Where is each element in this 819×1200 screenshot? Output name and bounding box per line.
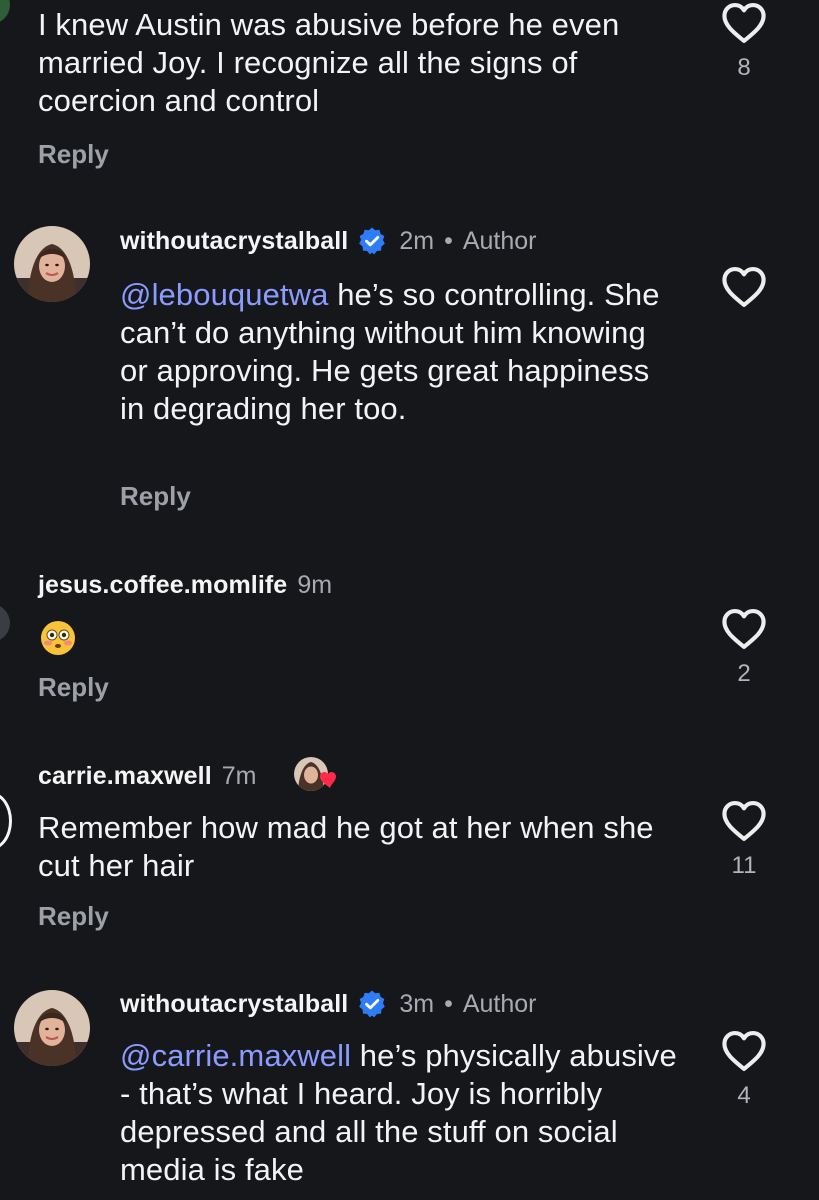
comment-text: Remember how mad he got at her when she … <box>38 810 654 883</box>
comment-meta: jesus.coffee.momlife 9m <box>38 570 332 600</box>
timestamp: 7m <box>221 762 257 790</box>
like-button[interactable] <box>714 262 774 312</box>
like-button[interactable]: 2 <box>714 604 774 688</box>
username[interactable]: jesus.coffee.momlife <box>38 570 287 600</box>
reply-button[interactable]: Reply <box>38 901 109 931</box>
flushed-face-emoji-icon <box>41 621 75 655</box>
comment-body: @carrie.maxwell he’s physically abusive … <box>120 1037 680 1189</box>
like-button[interactable]: 8 <box>714 0 774 82</box>
like-count: 11 <box>731 852 757 879</box>
like-button[interactable]: 11 <box>714 796 774 880</box>
timestamp: 3m <box>399 990 435 1018</box>
comment-meta: withoutacrystalball 2m • Author <box>120 226 537 256</box>
like-count: 8 <box>737 54 751 81</box>
reply-button[interactable]: Reply <box>120 481 191 511</box>
comment-body: Remember how mad he got at her when she … <box>38 809 688 885</box>
separator-dot: • <box>444 990 453 1018</box>
commenter-avatar[interactable] <box>0 604 10 642</box>
commenter-avatar[interactable] <box>0 792 12 850</box>
timestamp: 2m <box>399 227 435 255</box>
author-label: Author <box>462 990 537 1018</box>
author-label: Author <box>462 227 537 255</box>
commenter-avatar[interactable] <box>14 990 90 1066</box>
comment-body: @lebouquetwa he’s so controlling. She ca… <box>120 276 680 428</box>
comment-meta: withoutacrystalball 3m • Author <box>120 989 537 1019</box>
heart-outline-icon <box>719 262 769 312</box>
like-button[interactable]: 4 <box>714 1026 774 1110</box>
heart-outline-icon <box>719 604 769 654</box>
like-count: 4 <box>737 1082 751 1109</box>
commenter-avatar[interactable] <box>14 226 90 302</box>
username[interactable]: carrie.maxwell <box>38 761 212 791</box>
timestamp: 9m <box>297 571 333 599</box>
like-count: 2 <box>737 660 751 687</box>
reply-button[interactable]: Reply <box>38 672 109 702</box>
comment-meta: carrie.maxwell 7m <box>38 761 256 791</box>
heart-outline-icon <box>719 0 769 48</box>
heart-outline-icon <box>719 796 769 846</box>
comment-body: I knew Austin was abusive before he even… <box>38 6 678 120</box>
verified-badge-icon <box>357 989 387 1019</box>
comment-text: I knew Austin was abusive before he even… <box>38 7 620 118</box>
username[interactable]: withoutacrystalball <box>120 989 348 1019</box>
mention-link[interactable]: @lebouquetwa <box>120 277 328 312</box>
separator-dot: • <box>444 227 453 255</box>
username[interactable]: withoutacrystalball <box>120 226 348 256</box>
author-liked-icon <box>294 757 336 791</box>
mention-link[interactable]: @carrie.maxwell <box>120 1038 351 1073</box>
reply-button[interactable]: Reply <box>38 139 109 169</box>
heart-outline-icon <box>719 1026 769 1076</box>
verified-badge-icon <box>357 226 387 256</box>
commenter-avatar[interactable] <box>0 0 10 24</box>
